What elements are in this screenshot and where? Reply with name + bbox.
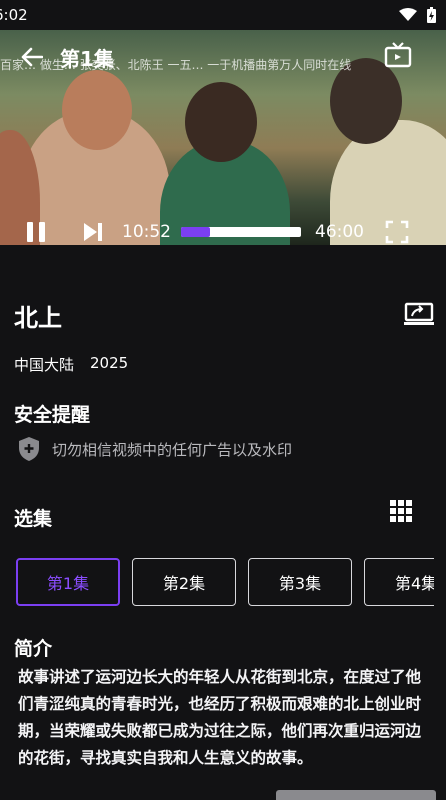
pause-icon bbox=[27, 222, 45, 242]
screen-share-button[interactable] bbox=[404, 302, 434, 330]
show-year: 2025 bbox=[90, 354, 129, 372]
player-controls: 10:52 46:00 bbox=[0, 212, 446, 245]
episode-grid-button[interactable] bbox=[390, 500, 412, 526]
synopsis-heading: 简介 bbox=[14, 638, 53, 660]
fullscreen-button[interactable] bbox=[382, 220, 412, 244]
show-title: 北上 bbox=[14, 304, 62, 332]
back-button[interactable] bbox=[12, 40, 52, 74]
episode-item-1[interactable]: 第1集 bbox=[16, 558, 120, 606]
player-topbar: 第1集 bbox=[0, 40, 446, 74]
scene-figure bbox=[62, 70, 132, 150]
status-time: 6:02 bbox=[0, 6, 28, 24]
battery-icon bbox=[427, 7, 436, 23]
tv-cast-button[interactable] bbox=[384, 42, 412, 72]
status-icons bbox=[399, 7, 436, 23]
pause-button[interactable] bbox=[16, 220, 56, 244]
episodes-heading: 选集 bbox=[14, 508, 53, 530]
status-bar: 6:02 bbox=[0, 0, 446, 30]
show-meta: 中国大陆 2025 bbox=[14, 354, 128, 375]
episode-item-3[interactable]: 第3集 bbox=[248, 558, 352, 606]
screen-share-icon bbox=[404, 302, 434, 325]
progress-fill bbox=[181, 227, 210, 237]
episode-title: 第1集 bbox=[60, 46, 114, 71]
wifi-icon bbox=[399, 8, 417, 21]
safety-notice: 切勿相信视频中的任何广告以及水印 bbox=[18, 436, 292, 462]
scene-figure bbox=[185, 82, 257, 162]
episode-item-2[interactable]: 第2集 bbox=[132, 558, 236, 606]
shield-icon bbox=[19, 437, 39, 461]
fullscreen-icon bbox=[385, 220, 409, 244]
home-indicator bbox=[276, 790, 436, 800]
synopsis-text: 故事讲述了运河边长大的年轻人从花街到北京，在度过了他们青涩纯真的青春时光，也经历… bbox=[18, 668, 422, 767]
back-arrow-icon bbox=[21, 47, 43, 67]
safety-text: 切勿相信视频中的任何广告以及水印 bbox=[52, 440, 293, 459]
progress-bar[interactable] bbox=[181, 227, 301, 237]
tv-cast-icon bbox=[384, 42, 412, 68]
show-region: 中国大陆 bbox=[14, 356, 75, 374]
safety-heading: 安全提醒 bbox=[14, 404, 91, 426]
title-row: 北上 bbox=[14, 298, 434, 333]
episode-list: 第1集 第2集 第3集 第4集 bbox=[16, 558, 434, 606]
total-time: 46:00 bbox=[315, 222, 364, 242]
episode-item-4[interactable]: 第4集 bbox=[364, 558, 434, 606]
next-episode-button[interactable] bbox=[78, 221, 108, 243]
skip-next-icon bbox=[84, 223, 102, 241]
current-time: 10:52 bbox=[122, 222, 171, 242]
grid-icon bbox=[390, 500, 412, 522]
video-player[interactable]: 百家… 做生… 张奕张、北陈王 一五… 一于机播曲第万人同时在线 第1集 10:… bbox=[0, 30, 446, 245]
